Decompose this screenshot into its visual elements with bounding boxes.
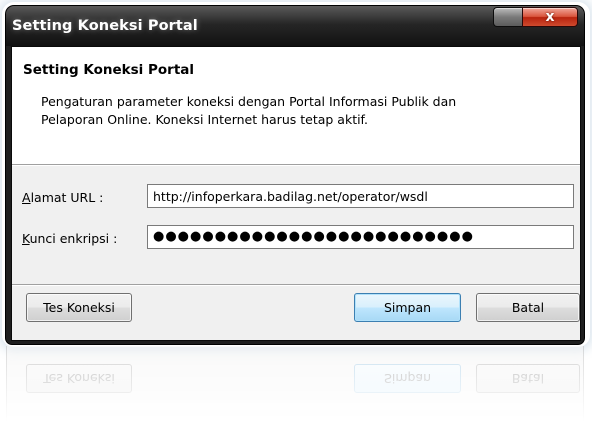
window-reflection: Tes Koneksi Simpan Batal (6, 346, 584, 435)
url-label-text: lamat URL : (30, 190, 104, 205)
screen: Setting Koneksi Portal x Setting Koneksi… (0, 0, 592, 435)
header-description: Pengaturan parameter koneksi dengan Port… (41, 94, 457, 127)
reflection-cancel: Batal (476, 364, 580, 393)
test-connection-button[interactable]: Tes Koneksi (26, 293, 132, 322)
url-label-accelerator: A (22, 190, 31, 205)
close-button[interactable]: x (522, 7, 578, 27)
header-divider (12, 165, 580, 166)
footer-divider-highlight (12, 285, 580, 286)
header-title: Setting Koneksi Portal (23, 62, 195, 78)
reflection-surface: Tes Koneksi Simpan Batal (6, 346, 584, 435)
window-control-left (493, 7, 522, 27)
key-label: Kunci enkripsi : (22, 231, 117, 246)
url-label: Alamat URL : (22, 190, 103, 205)
save-button[interactable]: Simpan (354, 293, 461, 322)
encryption-key-input[interactable]: ●●●●●●●●●●●●●●●●●●●●●●●●●● (147, 225, 574, 249)
dialog-window: Setting Koneksi Portal x Setting Koneksi… (6, 6, 584, 344)
dialog-client-area: Setting Koneksi Portal Pengaturan parame… (11, 46, 581, 341)
key-label-accelerator: K (22, 231, 30, 246)
key-label-text: unci enkripsi : (29, 231, 118, 246)
window-title: Setting Koneksi Portal (12, 18, 198, 34)
dialog-header: Setting Koneksi Portal Pengaturan parame… (12, 47, 580, 165)
reflection-save: Simpan (354, 364, 461, 393)
reflection-test-connection: Tes Koneksi (26, 364, 132, 393)
close-icon: x (545, 9, 555, 25)
url-input[interactable] (147, 184, 574, 208)
cancel-button[interactable]: Batal (476, 293, 580, 322)
title-bar[interactable]: Setting Koneksi Portal x (6, 6, 584, 46)
